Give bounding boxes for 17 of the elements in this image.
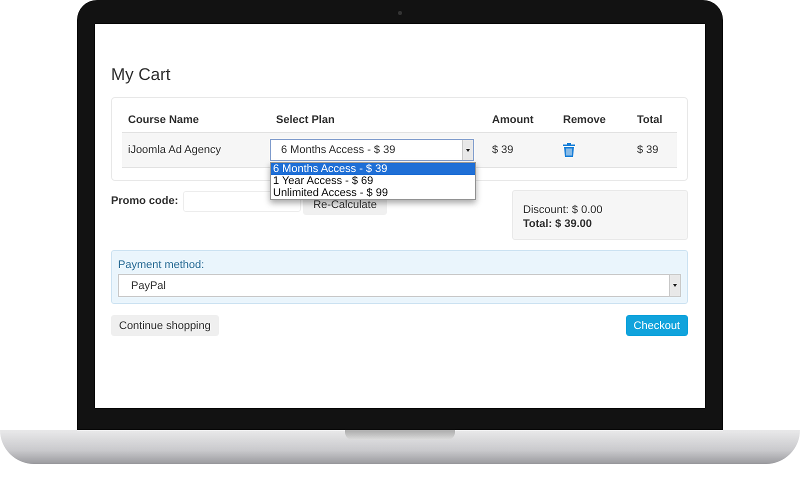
plan-select[interactable]: 6 Months Access - $ 39 — [270, 139, 474, 161]
total-text: Total: $ 39.00 — [523, 217, 593, 231]
page-title: My Cart — [111, 65, 170, 85]
promo-label: Promo code: — [111, 195, 178, 207]
caret-icon — [466, 148, 470, 152]
payment-label: Payment method: — [118, 259, 206, 271]
plan-option[interactable]: 1 Year Access - $ 69 — [271, 175, 475, 187]
caret-icon — [673, 284, 677, 287]
camera-icon — [398, 11, 402, 15]
continue-shopping-button[interactable]: Continue shopping — [111, 315, 219, 336]
discount-text: Discount: $ 0.00 — [523, 204, 602, 216]
amount-cell: $ 39 — [486, 133, 557, 168]
plan-option[interactable]: 6 Months Access - $ 39 — [271, 163, 475, 175]
trash-icon[interactable] — [563, 143, 575, 157]
course-name: iJoomla Ad Agency — [122, 133, 270, 168]
total-cell: $ 39 — [631, 133, 677, 168]
payment-select[interactable]: PayPal — [118, 274, 681, 297]
